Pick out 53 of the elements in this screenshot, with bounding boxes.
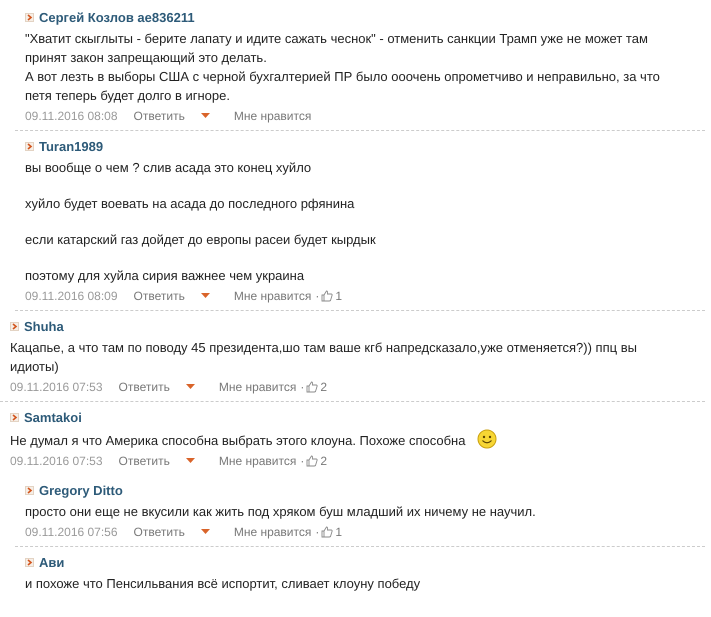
- caret-icon[interactable]: [200, 113, 210, 119]
- caret-icon[interactable]: [200, 293, 210, 299]
- thumbs-up-icon: [306, 381, 318, 393]
- comment-date: 09.11.2016 07:56: [25, 525, 118, 539]
- comment-text: Кацапье, а что там по поводу 45 президента,шо там ваше кгб напредсказало,уже отменяется?)) ппц вы идиоты): [10, 339, 638, 376]
- like-count: 1: [335, 525, 342, 539]
- caret-icon[interactable]: [200, 529, 210, 535]
- like-count: 2: [320, 380, 328, 394]
- separator-dot: ·: [315, 525, 320, 539]
- caret-icon[interactable]: [186, 384, 195, 390]
- comment-author[interactable]: Shuha: [24, 318, 64, 334]
- separator-dot: ·: [300, 454, 304, 468]
- like-count: 2: [320, 454, 328, 468]
- comment-date: 09.11.2016 08:09: [25, 289, 118, 303]
- arrow-icon: [25, 142, 34, 150]
- arrow-icon: [25, 558, 34, 566]
- like-link[interactable]: Мне нравится: [218, 380, 296, 394]
- reply-link[interactable]: Ответить: [134, 525, 185, 539]
- comment-author[interactable]: Gregory Ditto: [39, 482, 123, 498]
- separator-dot: ·: [315, 289, 320, 303]
- like-link[interactable]: Мне нравится: [234, 525, 312, 539]
- thumbs-up-icon: [321, 290, 334, 302]
- reply-link[interactable]: Ответить: [134, 289, 185, 303]
- comment-text: хуйло будет воевать на асада до последного рфянина: [25, 195, 356, 213]
- comment-text: поэтому для хуйла сирия важнее чем украина: [25, 267, 306, 285]
- reply-link[interactable]: Ответить: [118, 380, 170, 394]
- separator-dot: ·: [300, 380, 304, 394]
- thumbs-up-icon: [321, 526, 334, 538]
- comment-date: 09.11.2016 07:53: [10, 454, 103, 468]
- comment-text: если катарский газ дойдет до европы расеи будет кырдык: [25, 231, 377, 249]
- comment-text: вы вообще о чем ? слив асада это конец хуйло: [25, 159, 312, 177]
- arrow-icon: [10, 412, 19, 422]
- comment-text: просто они еще не вкусили как жить под хряком буш младший их ничему не научил.: [25, 503, 537, 521]
- reply-link[interactable]: Ответить: [118, 454, 170, 468]
- comment-author[interactable]: Turan1989: [39, 138, 104, 154]
- comment-author[interactable]: Samtakoi: [24, 410, 82, 424]
- comment-author[interactable]: Ави: [39, 554, 64, 570]
- comment-text: "Хватит скыглыты - берите лапату и идите сажать чеснок" - отменить санкции Трамп уже не может там принят закон запрещающий это делать. А вот лезть в выборы США с черной бухгалтерией ПР было ооочень опрометчиво и неправильно, за что петя теперь будет долго в игноре.: [25, 30, 661, 105]
- comment-date: 09.11.2016 08:08: [25, 109, 118, 123]
- like-link[interactable]: Мне нравится: [234, 109, 312, 123]
- like-count: 1: [335, 289, 342, 303]
- arrow-icon: [10, 322, 19, 330]
- arrow-icon: [25, 12, 34, 22]
- comment-text: Не думал я что Америка способна выбрать этого клоуна. Похоже способна: [10, 429, 689, 450]
- like-link[interactable]: Мне нравится: [218, 454, 296, 468]
- reply-link[interactable]: Ответить: [134, 109, 185, 123]
- thumbs-up-icon: [306, 455, 318, 467]
- comment-date: 09.11.2016 07:53: [10, 380, 103, 394]
- like-link[interactable]: Мне нравится: [234, 289, 312, 303]
- comment-text: и похоже что Пенсильвания всё испортит, сливает клоуну победу: [25, 575, 422, 593]
- arrow-icon: [25, 486, 34, 494]
- comment-author[interactable]: Сергей Козлов ae836211: [39, 10, 195, 24]
- caret-icon[interactable]: [186, 458, 195, 464]
